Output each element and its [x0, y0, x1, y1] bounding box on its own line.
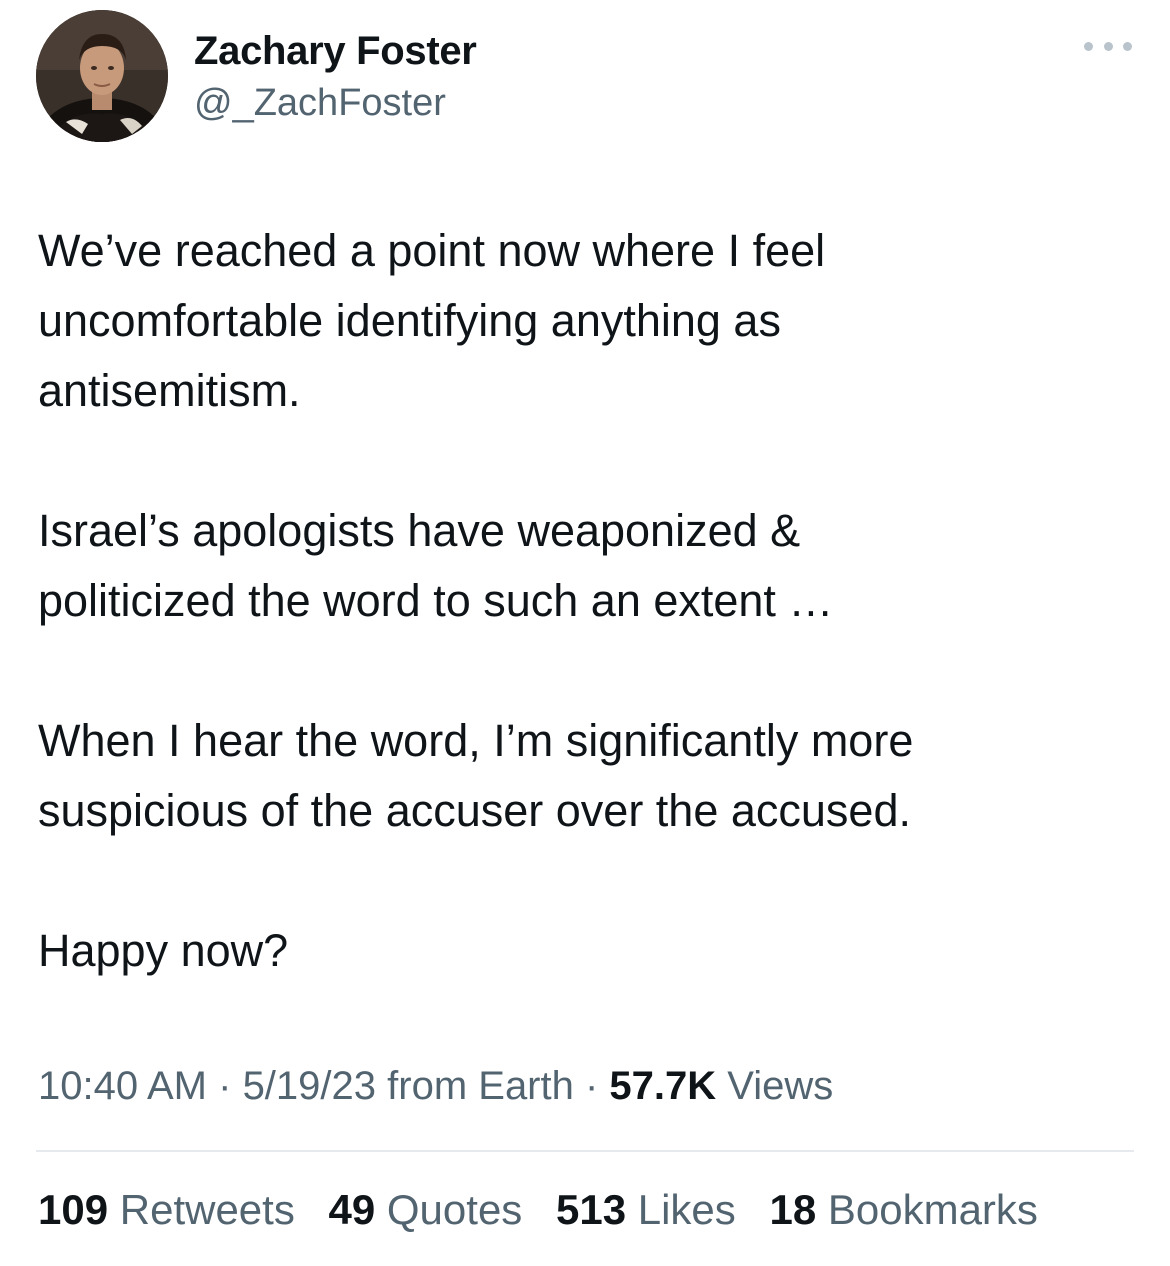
tweet-date[interactable]: 5/19/23 [243, 1064, 376, 1108]
tweet-paragraph: We’ve reached a point now where I feel u… [38, 225, 826, 416]
views-label: Views [716, 1064, 834, 1108]
tweet-paragraph: When I hear the word, I’m significantly … [38, 715, 914, 836]
likes-label: Likes [637, 1186, 736, 1233]
author-names: Zachary Foster @_ZachFoster [194, 28, 477, 126]
bookmarks-stat[interactable]: 18 Bookmarks [769, 1184, 1037, 1236]
likes-stat[interactable]: 513 Likes [556, 1184, 736, 1236]
engagement-stats: 109 Retweets 49 Quotes 513 Likes 18 Book… [38, 1184, 1060, 1236]
quotes-count: 49 [328, 1186, 376, 1233]
likes-count: 513 [555, 1186, 627, 1233]
tweet-time[interactable]: 10:40 AM [38, 1064, 207, 1108]
tweet-header: Zachary Foster @_ZachFoster [36, 10, 1136, 145]
more-dot [1084, 41, 1093, 51]
more-options-icon[interactable] [1084, 36, 1132, 56]
quotes-stat[interactable]: 49 Quotes [329, 1184, 523, 1236]
divider [36, 1150, 1134, 1152]
bookmarks-count: 18 [769, 1186, 817, 1233]
retweets-count: 109 [38, 1186, 109, 1233]
tweet-text: We’ve reached a point now where I feel u… [38, 216, 1138, 986]
author-handle[interactable]: @_ZachFoster [194, 80, 477, 126]
views-count[interactable]: 57.7K [609, 1064, 716, 1108]
retweets-stat[interactable]: 109 Retweets [38, 1184, 295, 1236]
more-dot [1123, 41, 1132, 51]
more-dot [1103, 41, 1113, 51]
bookmarks-label: Bookmarks [827, 1186, 1038, 1233]
quotes-label: Quotes [386, 1186, 523, 1233]
tweet-source: from Earth [376, 1064, 574, 1108]
meta-separator: · [573, 1064, 610, 1108]
tweet-paragraph: Happy now? [38, 925, 289, 976]
profile-photo-icon [36, 10, 168, 142]
author-display-name[interactable]: Zachary Foster [194, 28, 477, 74]
retweets-label: Retweets [119, 1186, 295, 1233]
tweet-detail: Zachary Foster @_ZachFoster We’ve reache… [0, 0, 1170, 1266]
tweet-meta: 10:40 AM · 5/19/23 from Earth · 57.7K Vi… [38, 1060, 833, 1112]
tweet-paragraph: Israel’s apologists have weaponized & po… [38, 505, 834, 626]
avatar[interactable] [36, 10, 168, 142]
meta-separator: · [207, 1064, 243, 1108]
